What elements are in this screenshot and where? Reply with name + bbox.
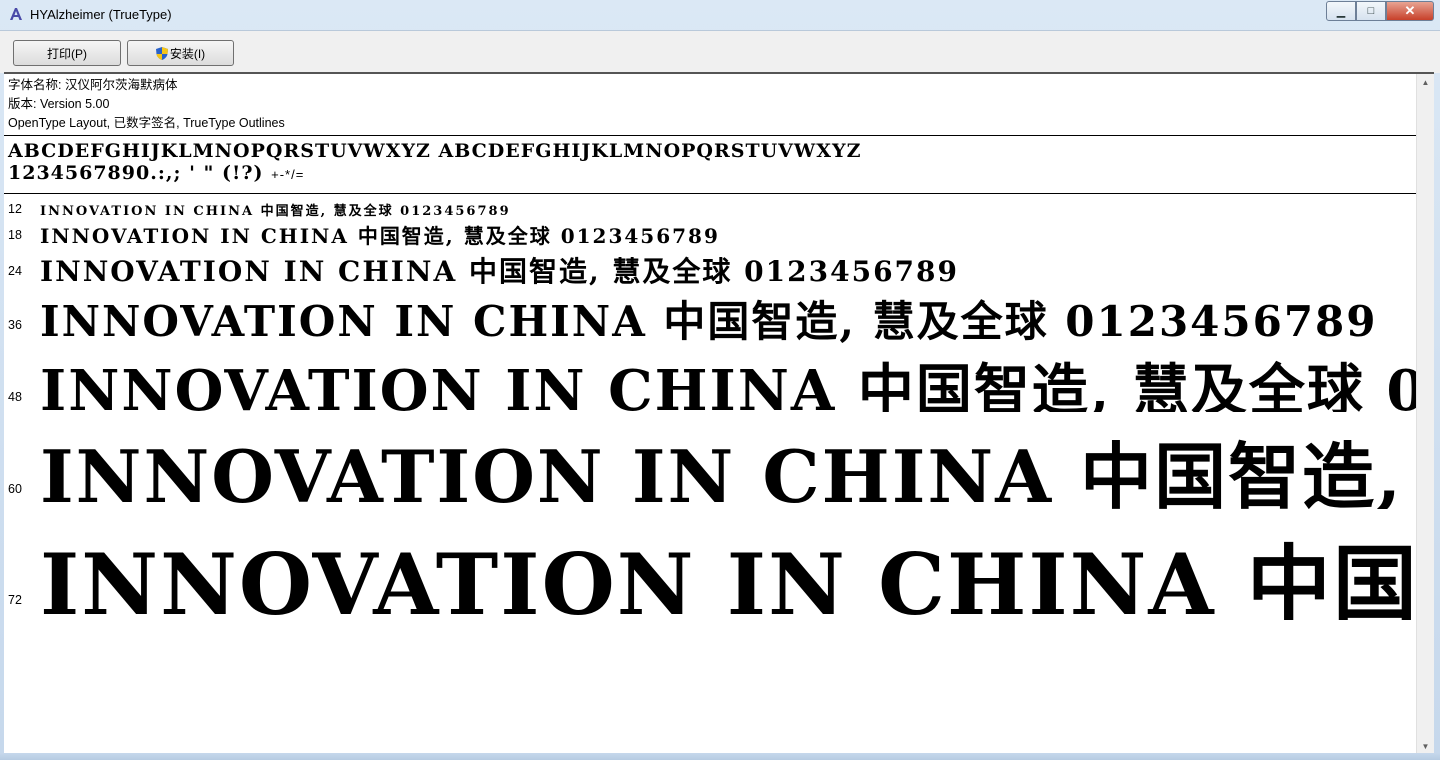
charset-digits-text: 1234567890.:,; ' " (!?) [8, 162, 264, 184]
arrow-down-icon: ▼ [1421, 742, 1430, 751]
sample-text: INNOVATION IN CHINA 中国智造, 慧及全球 012345678… [40, 224, 720, 248]
character-set-preview: ABCDEFGHIJKLMNOPQRSTUVWXYZ ABCDEFGHIJKLM… [8, 140, 861, 186]
uac-shield-icon [155, 46, 168, 60]
divider [4, 135, 1416, 136]
font-info: 字体名称: 汉仪阿尔茨海默病体 版本: Version 5.00 OpenTyp… [8, 76, 285, 133]
size-label: 60 [8, 482, 22, 496]
size-label: 48 [8, 390, 22, 404]
close-icon: ✕ [1404, 3, 1416, 18]
sample-row-60: 60 INNOVATION IN CHINA 中国智造, 慧及全球 012345… [4, 414, 1416, 509]
caption-buttons: ▁ □ ✕ [1326, 1, 1434, 21]
size-label: 72 [8, 593, 22, 607]
close-button[interactable]: ✕ [1386, 1, 1434, 21]
sample-row-48: 48 INNOVATION IN CHINA 中国智造, 慧及全球 012345… [4, 344, 1416, 412]
print-button-label: 打印(P) [47, 46, 87, 61]
charset-symbols: +-*/= [271, 167, 305, 182]
divider [4, 193, 1416, 194]
charset-letters: ABCDEFGHIJKLMNOPQRSTUVWXYZ ABCDEFGHIJKLM… [8, 140, 862, 162]
size-label: 24 [8, 264, 22, 278]
charset-digits: 1234567890.:,; ' " (!?) +-*/= [8, 162, 861, 186]
sample-row-72: 72 INNOVATION IN CHINA 中国智造, 慧及全球 012345… [4, 510, 1416, 620]
sample-text: INNOVATION IN CHINA 中国智造, 慧及全球 012345678… [40, 434, 1416, 509]
size-label: 12 [8, 202, 22, 216]
size-label: 18 [8, 228, 22, 242]
sample-row-12: 12 INNOVATION IN CHINA 中国智造, 慧及全球 012345… [4, 198, 1416, 220]
minimize-button[interactable]: ▁ [1326, 1, 1356, 21]
scroll-up-button[interactable]: ▲ [1417, 74, 1434, 91]
font-app-icon [8, 6, 24, 22]
window-frame-bottom [0, 753, 1440, 760]
maximize-icon: □ [1367, 5, 1375, 17]
sample-text: INNOVATION IN CHINA 中国智造, 慧及全球 012345678… [40, 358, 1416, 412]
font-viewer-window: HYAlzheimer (TrueType) ▁ □ ✕ 打印(P) 安装(I)… [0, 0, 1440, 760]
version-line: 版本: Version 5.00 [8, 97, 110, 111]
title-bar[interactable]: HYAlzheimer (TrueType) ▁ □ ✕ [0, 0, 1440, 30]
sample-text: INNOVATION IN CHINA 中国智造, 慧及全球 012345678… [40, 255, 960, 288]
sample-row-36: 36 INNOVATION IN CHINA 中国智造, 慧及全球 012345… [4, 288, 1416, 344]
vertical-scrollbar[interactable]: ▲ ▼ [1416, 74, 1434, 755]
install-button[interactable]: 安装(I) [127, 40, 234, 66]
maximize-button[interactable]: □ [1356, 1, 1386, 21]
minimize-icon: ▁ [1336, 5, 1346, 18]
font-name-line: 字体名称: 汉仪阿尔茨海默病体 [8, 78, 178, 92]
sample-text: INNOVATION IN CHINA 中国智造, 慧及全球 012345678… [40, 535, 1416, 620]
size-label: 36 [8, 318, 22, 332]
window-title: HYAlzheimer (TrueType) [30, 7, 172, 22]
install-button-label: 安装(I) [169, 46, 206, 61]
sample-row-24: 24 INNOVATION IN CHINA 中国智造, 慧及全球 012345… [4, 250, 1416, 288]
print-button[interactable]: 打印(P) [13, 40, 121, 66]
toolbar: 打印(P) 安装(I) [0, 30, 1440, 73]
arrow-up-icon: ▲ [1421, 78, 1430, 87]
sample-text: INNOVATION IN CHINA 中国智造, 慧及全球 012345678… [40, 297, 1378, 344]
features-line: OpenType Layout, 已数字签名, TrueType Outline… [8, 116, 285, 130]
font-preview-pane: 字体名称: 汉仪阿尔茨海默病体 版本: Version 5.00 OpenTyp… [4, 72, 1434, 755]
sample-text: INNOVATION IN CHINA 中国智造, 慧及全球 012345678… [40, 204, 511, 219]
sample-row-18: 18 INNOVATION IN CHINA 中国智造, 慧及全球 012345… [4, 220, 1416, 250]
